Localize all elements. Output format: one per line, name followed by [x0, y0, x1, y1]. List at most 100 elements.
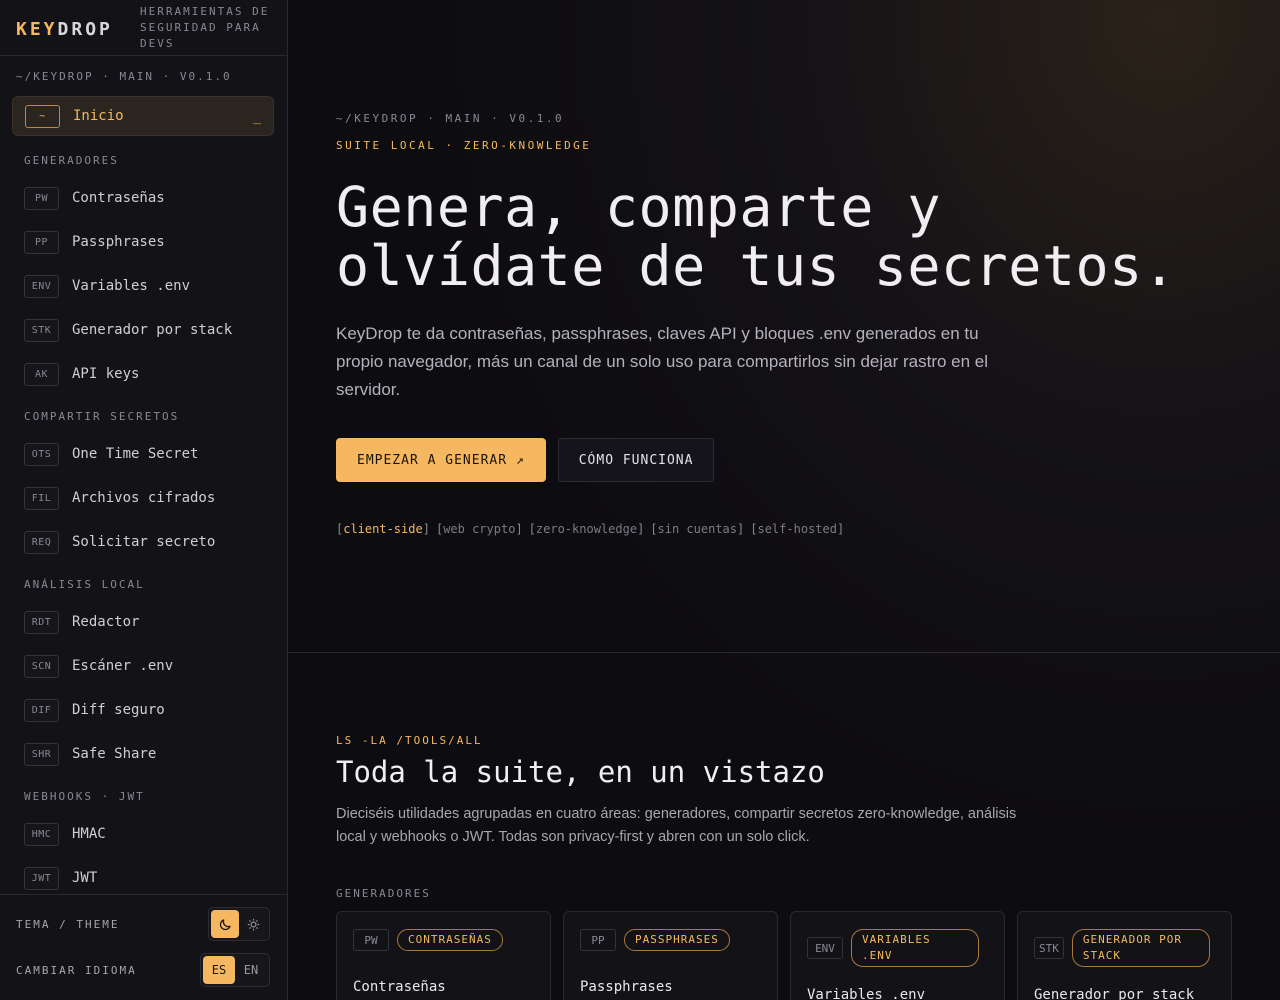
nav-group-title: Webhooks · JWT [24, 789, 145, 803]
brand-tagline: Herramientas de seguridad para devs [140, 5, 270, 50]
sidebar-footer: Tema / Theme Cambiar idioma ES EN [0, 894, 287, 1000]
sidebar-item-contrasenas[interactable]: PW Contraseñas [0, 176, 287, 220]
feature-tag-text: zero-knowledge [535, 522, 638, 536]
hero-section: ~/keydrop · main · v0.1.0 Suite local · … [336, 112, 1236, 536]
lang-es-button[interactable]: ES [203, 956, 235, 984]
sidebar-item-generador-stack[interactable]: STK Generador por stack [0, 308, 287, 352]
suite-title: Toda la suite, en un vistazo [336, 755, 825, 789]
main-content: ~/keydrop · main · v0.1.0 Suite local · … [288, 0, 1280, 1000]
sidebar-item-label: HMAC [72, 826, 106, 842]
sidebar-item-safe-share[interactable]: SHR Safe Share [0, 732, 287, 776]
nav-code-badge: PP [24, 230, 59, 254]
section-divider [288, 652, 1280, 653]
sidebar-item-label: API keys [72, 366, 140, 382]
sidebar-item-solicitar-secreto[interactable]: REQ Solicitar secreto [0, 520, 287, 564]
nav-code-badge: DIF [24, 698, 59, 722]
card-category-chip: Variables .env [851, 929, 979, 967]
brand-header: KEYDROP Herramientas de seguridad para d… [0, 0, 287, 56]
hero-path: ~/keydrop · main · v0.1.0 [336, 112, 565, 125]
theme-row: Tema / Theme [0, 901, 287, 947]
sidebar-item-label: Variables .env [72, 278, 191, 294]
card-title: Contraseñas [353, 979, 446, 995]
feature-tag: [sin cuentas] [650, 522, 745, 536]
hero-eyebrow: Suite local · zero-knowledge [336, 139, 592, 152]
nav-group-title: Análisis local [24, 577, 145, 591]
sidebar-item-passphrases[interactable]: PP Passphrases [0, 220, 287, 264]
tool-card-generador-stack[interactable]: STK Generador por stack Generador por st… [1017, 911, 1232, 1000]
sidebar-item-label: Inicio [73, 108, 124, 124]
hero-title: Genera, comparte y olvídate de tus secre… [336, 178, 1236, 296]
card-code-badge: ENV [807, 937, 843, 959]
moon-icon[interactable] [211, 910, 239, 938]
hero-title-line1: Genera, comparte y [336, 175, 942, 239]
tool-card-variables-env[interactable]: ENV Variables .env Variables .env [790, 911, 1005, 1000]
nav-code-badge: ~ [25, 104, 60, 128]
suite-description: Dieciséis utilidades agrupadas en cuatro… [336, 806, 1017, 845]
tool-card-passphrases[interactable]: PP Passphrases Passphrases [563, 911, 778, 1000]
feature-tag: [client-side] [336, 522, 430, 536]
tool-card-contrasenas[interactable]: PW Contraseñas Contraseñas [336, 911, 551, 1000]
keydrop-logo[interactable]: KEYDROP [16, 19, 140, 40]
feature-tag-text: sin cuentas [657, 522, 738, 536]
sidebar-item-archivos-cifrados[interactable]: FIL Archivos cifrados [0, 476, 287, 520]
theme-label: Tema / Theme [16, 917, 120, 931]
suite-eyebrow: ls -la /tools/all [336, 734, 483, 747]
sidebar-item-label: Safe Share [72, 746, 157, 762]
card-header: PW Contraseñas [353, 929, 534, 951]
nav-code-badge: HMC [24, 822, 59, 846]
sidebar-item-label: Generador por stack [72, 322, 233, 338]
sidebar-item-api-keys[interactable]: AK API keys [0, 352, 287, 396]
card-category-chip: Contraseñas [397, 929, 503, 951]
sidebar: KEYDROP Herramientas de seguridad para d… [0, 0, 288, 1000]
nav-code-badge: SHR [24, 742, 59, 766]
feature-tag-text: client-side [343, 522, 423, 536]
start-generating-button[interactable]: Empezar a generar ↗ [336, 438, 546, 482]
logo-drop-text: DROP [57, 19, 113, 40]
sidebar-item-label: Solicitar secreto [72, 534, 216, 550]
how-it-works-button[interactable]: Cómo funciona [557, 438, 715, 482]
sidebar-item-label: JWT [72, 870, 98, 886]
sidebar-item-hmac[interactable]: HMC HMAC [0, 812, 287, 856]
nav-code-badge: RDT [24, 610, 59, 634]
card-code-badge: PW [353, 929, 389, 951]
hero-description: KeyDrop te da contraseñas, passphrases, … [336, 324, 989, 399]
sidebar-path: ~/keydrop · main · v0.1.0 [16, 70, 232, 83]
theme-toggle[interactable] [208, 907, 270, 941]
language-row: Cambiar idioma ES EN [0, 947, 287, 993]
nav-code-badge: OTS [24, 442, 59, 466]
sidebar-item-label: One Time Secret [72, 446, 199, 462]
sidebar-item-label: Diff seguro [72, 702, 165, 718]
feature-tag-text: self-hosted [757, 522, 837, 536]
tools-group-label: Generadores [336, 887, 431, 900]
sidebar-item-inicio[interactable]: ~ Inicio _ [12, 96, 274, 136]
sidebar-item-label: Contraseñas [72, 190, 165, 206]
nav-code-badge: REQ [24, 530, 59, 554]
logo-key-text: KEY [16, 19, 58, 40]
card-header: STK Generador por stack [1034, 929, 1215, 967]
language-toggle[interactable]: ES EN [200, 953, 270, 987]
card-category-chip: Generador por stack [1071, 929, 1210, 967]
sidebar-item-label: Redactor [72, 614, 140, 630]
nav-code-badge: PW [24, 186, 59, 210]
tool-cards: PW Contraseñas Contraseñas PP Passphrase… [336, 911, 1232, 1000]
sidebar-item-label: Archivos cifrados [72, 490, 216, 506]
sidebar-item-one-time-secret[interactable]: OTS One Time Secret [0, 432, 287, 476]
cursor-indicator: _ [253, 110, 261, 125]
card-title: Generador por stack [1034, 987, 1195, 1000]
nav-code-badge: AK [24, 362, 59, 386]
sidebar-item-variables-env[interactable]: ENV Variables .env [0, 264, 287, 308]
nav-code-badge: ENV [24, 274, 59, 298]
sidebar-item-diff-seguro[interactable]: DIF Diff seguro [0, 688, 287, 732]
card-code-badge: PP [580, 929, 616, 951]
nav-group-title: Compartir secretos [24, 409, 180, 423]
card-title: Passphrases [580, 979, 673, 995]
sidebar-item-redactor[interactable]: RDT Redactor [0, 600, 287, 644]
nav-code-badge: SCN [24, 654, 59, 678]
lang-en-button[interactable]: EN [235, 956, 267, 984]
sun-icon[interactable] [239, 910, 267, 938]
suite-section: ls -la /tools/all Toda la suite, en un v… [336, 734, 1236, 900]
nav-code-badge: STK [24, 318, 59, 342]
sidebar-item-escaner-env[interactable]: SCN Escáner .env [0, 644, 287, 688]
feature-tag-text: web crypto [443, 522, 516, 536]
nav-group-title: Generadores [24, 153, 119, 167]
